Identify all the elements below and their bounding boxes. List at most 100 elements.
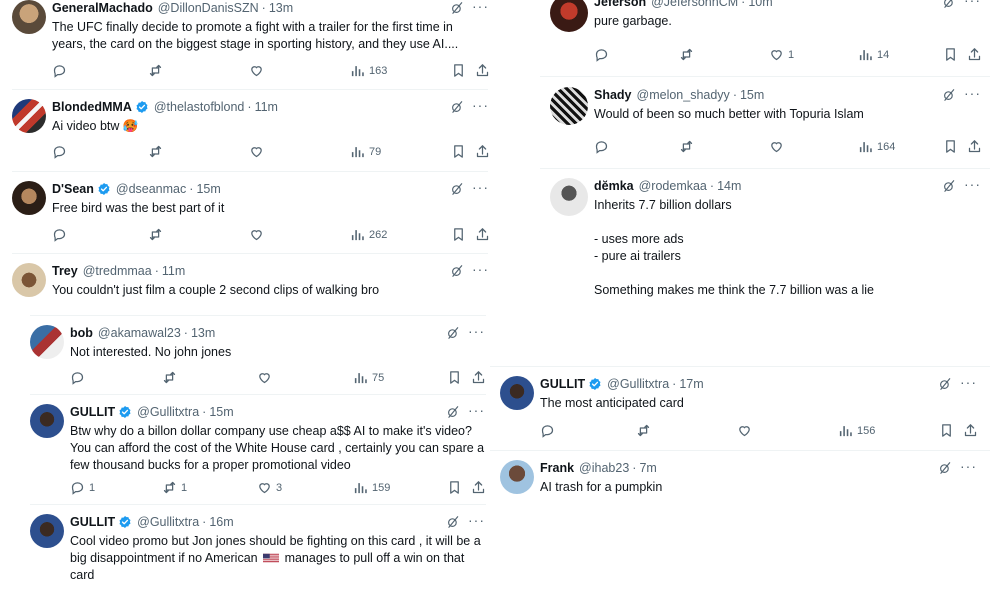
avatar[interactable] bbox=[12, 0, 46, 34]
display-name[interactable]: GULLIT bbox=[540, 376, 585, 392]
more-icon[interactable]: ··· bbox=[964, 86, 982, 102]
reply-button[interactable] bbox=[594, 139, 609, 154]
bookmark-button[interactable] bbox=[451, 144, 466, 159]
views-button[interactable]: 156 bbox=[838, 423, 875, 438]
avatar[interactable] bbox=[30, 325, 64, 359]
like-button[interactable] bbox=[249, 227, 264, 242]
timestamp[interactable]: 15m bbox=[740, 87, 764, 103]
user-handle[interactable]: @rodemkaa bbox=[639, 178, 707, 194]
avatar[interactable] bbox=[500, 460, 534, 494]
views-button[interactable]: 262 bbox=[350, 227, 387, 242]
like-button[interactable]: 1 bbox=[769, 47, 794, 62]
timestamp[interactable]: 11m bbox=[162, 263, 185, 279]
reply-button[interactable] bbox=[70, 370, 85, 385]
user-handle[interactable]: @Gullitxtra bbox=[137, 404, 199, 420]
grok-icon[interactable] bbox=[942, 179, 956, 193]
user-handle[interactable]: @ihab23 bbox=[579, 460, 629, 476]
display-name[interactable]: BlondedMMA bbox=[52, 99, 132, 115]
grok-icon[interactable] bbox=[938, 377, 952, 391]
avatar[interactable] bbox=[12, 263, 46, 297]
share-button[interactable] bbox=[967, 139, 982, 154]
avatar[interactable] bbox=[30, 404, 64, 438]
reply-button[interactable] bbox=[540, 423, 555, 438]
repost-button[interactable] bbox=[636, 423, 651, 438]
grok-icon[interactable] bbox=[450, 100, 464, 114]
avatar[interactable] bbox=[500, 376, 534, 410]
reply-tweet[interactable]: GeneralMachado @DillonDanisSZN · 13m The UFC… bbox=[12, 0, 490, 81]
share-button[interactable] bbox=[471, 370, 486, 385]
like-button[interactable] bbox=[257, 370, 272, 385]
display-name[interactable]: GULLIT bbox=[70, 514, 115, 530]
reply-button[interactable] bbox=[52, 63, 67, 78]
bookmark-button[interactable] bbox=[939, 423, 954, 438]
repost-button[interactable] bbox=[679, 139, 694, 154]
more-icon[interactable]: ··· bbox=[472, 262, 490, 278]
timestamp[interactable]: 11m bbox=[255, 99, 278, 115]
reply-tweet[interactable]: GULLIT @Gullitxtra · 16m Cool video promo bu… bbox=[30, 513, 486, 582]
views-button[interactable]: 75 bbox=[353, 370, 384, 385]
grok-icon[interactable] bbox=[446, 405, 460, 419]
bookmark-button[interactable] bbox=[447, 370, 462, 385]
timestamp[interactable]: 13m bbox=[269, 0, 293, 16]
like-button[interactable] bbox=[769, 139, 784, 154]
share-button[interactable] bbox=[471, 480, 486, 495]
reply-tweet[interactable]: bob @akamawal23 · 13m Not interested. No joh… bbox=[30, 324, 486, 388]
bookmark-button[interactable] bbox=[943, 139, 958, 154]
display-name[interactable]: Jeferson bbox=[594, 0, 646, 10]
user-handle[interactable]: @dseanmac bbox=[116, 181, 186, 197]
grok-icon[interactable] bbox=[942, 88, 956, 102]
repost-button[interactable] bbox=[148, 63, 163, 78]
views-button[interactable]: 164 bbox=[858, 139, 895, 154]
avatar[interactable] bbox=[550, 0, 588, 32]
display-name[interactable]: GeneralMachado bbox=[52, 0, 153, 16]
reply-tweet[interactable]: Jeferson @JefersonnCM · 10m pure garbage. ···… bbox=[550, 0, 982, 65]
share-button[interactable] bbox=[963, 423, 978, 438]
user-handle[interactable]: @Gullitxtra bbox=[607, 376, 669, 392]
reply-tweet[interactable]: D'Sean @dseanmac · 15m Free bird was the bes… bbox=[12, 180, 490, 245]
more-icon[interactable]: ··· bbox=[964, 0, 982, 9]
views-button[interactable]: 163 bbox=[350, 63, 387, 78]
share-button[interactable] bbox=[475, 227, 490, 242]
repost-button[interactable] bbox=[162, 370, 177, 385]
reply-tweet[interactable]: BlondedMMA @thelastofblond · 11m Ai video bt… bbox=[12, 98, 490, 162]
timestamp[interactable]: 17m bbox=[679, 376, 703, 392]
repost-button[interactable] bbox=[679, 47, 694, 62]
timestamp[interactable]: 14m bbox=[717, 178, 741, 194]
avatar[interactable] bbox=[30, 514, 64, 548]
grok-icon[interactable] bbox=[446, 326, 460, 340]
reply-tweet[interactable]: GULLIT @Gullitxtra · 15m Btw why do a billon… bbox=[30, 403, 486, 498]
grok-icon[interactable] bbox=[942, 0, 956, 9]
reply-tweet[interactable]: Trey @tredmmaa · 11m You couldn't just film … bbox=[12, 262, 490, 323]
grok-icon[interactable] bbox=[450, 182, 464, 196]
user-handle[interactable]: @melon_shadyy bbox=[637, 87, 730, 103]
share-button[interactable] bbox=[475, 144, 490, 159]
display-name[interactable]: D'Sean bbox=[52, 181, 94, 197]
bookmark-button[interactable] bbox=[451, 227, 466, 242]
timestamp[interactable]: 16m bbox=[209, 514, 233, 530]
bookmark-button[interactable] bbox=[943, 47, 958, 62]
display-name[interactable]: GULLIT bbox=[70, 404, 115, 420]
views-button[interactable]: 159 bbox=[353, 480, 390, 495]
more-icon[interactable]: ··· bbox=[964, 177, 982, 193]
share-button[interactable] bbox=[967, 47, 982, 62]
more-icon[interactable]: ··· bbox=[960, 459, 978, 475]
repost-button[interactable]: 1 bbox=[162, 480, 187, 495]
avatar[interactable] bbox=[12, 181, 46, 215]
avatar[interactable] bbox=[12, 99, 46, 133]
display-name[interactable]: Trey bbox=[52, 263, 78, 279]
display-name[interactable]: Frank bbox=[540, 460, 574, 476]
display-name[interactable]: dĕmka bbox=[594, 178, 634, 194]
user-handle[interactable]: @thelastofblond bbox=[154, 99, 245, 115]
like-button[interactable]: 3 bbox=[257, 480, 282, 495]
reply-button[interactable] bbox=[594, 47, 609, 62]
user-handle[interactable]: @akamawal23 bbox=[98, 325, 181, 341]
more-icon[interactable]: ··· bbox=[960, 375, 978, 391]
bookmark-button[interactable] bbox=[451, 63, 466, 78]
grok-icon[interactable] bbox=[938, 461, 952, 475]
display-name[interactable]: bob bbox=[70, 325, 93, 341]
grok-icon[interactable] bbox=[450, 264, 464, 278]
more-icon[interactable]: ··· bbox=[468, 324, 486, 340]
user-handle[interactable]: @tredmmaa bbox=[83, 263, 152, 279]
avatar[interactable] bbox=[550, 178, 588, 216]
more-icon[interactable]: ··· bbox=[468, 403, 486, 419]
